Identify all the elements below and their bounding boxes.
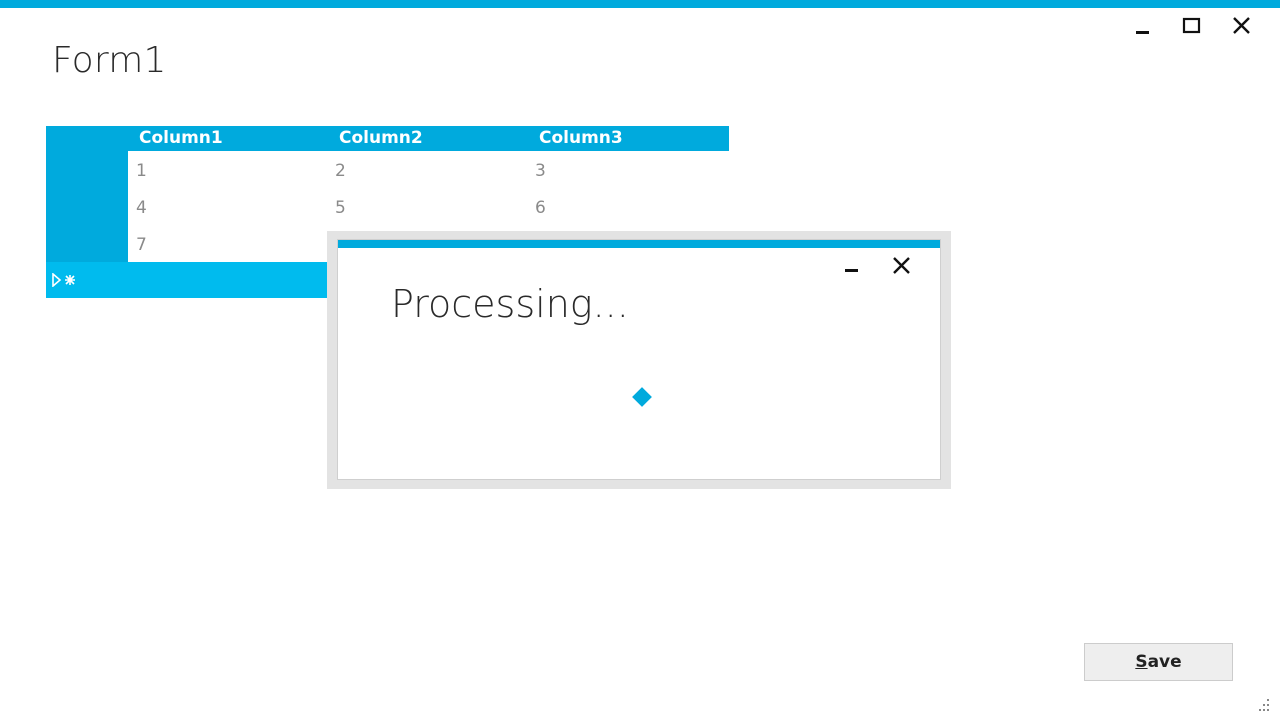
column-header-3[interactable]: Column3: [539, 128, 623, 148]
window-accent-bar: [0, 0, 1280, 8]
window-close-button[interactable]: [1232, 16, 1252, 36]
grid-cell-r2-c2[interactable]: 5: [335, 198, 346, 218]
grid-cell-r2-c1[interactable]: 4: [136, 198, 147, 218]
column-header-2[interactable]: Column2: [339, 128, 423, 148]
grid-cell-r2-c3[interactable]: 6: [535, 198, 546, 218]
minimize-icon: [845, 269, 858, 272]
grid-cell-r1-c1[interactable]: 1: [136, 161, 147, 181]
window-maximize-button[interactable]: [1182, 16, 1202, 36]
minimize-icon: [1136, 31, 1149, 34]
resize-grip-icon[interactable]: [1254, 698, 1272, 714]
maximize-icon: [1182, 17, 1201, 34]
dialog-accent-bar: [338, 240, 940, 248]
column-header-1[interactable]: Column1: [139, 128, 223, 148]
save-label: ave: [1147, 652, 1182, 672]
dialog-title: Processing...: [391, 282, 629, 326]
grid-cell-r1-c2[interactable]: 2: [335, 161, 346, 181]
close-icon: [893, 257, 910, 274]
save-mnemonic: S: [1135, 652, 1148, 672]
grid-row-headers[interactable]: [46, 151, 128, 262]
window-minimize-button[interactable]: [1134, 20, 1152, 38]
save-button[interactable]: Save: [1084, 643, 1233, 681]
spinner-diamond-icon: [632, 387, 652, 407]
processing-dialog: Processing...: [337, 239, 941, 480]
dialog-minimize-button[interactable]: [843, 258, 861, 276]
new-row-indicator-icon: [52, 273, 75, 287]
dialog-close-button[interactable]: [892, 256, 912, 276]
grid-cell-r3-c1[interactable]: 7: [136, 235, 147, 255]
form-title: Form1: [52, 40, 167, 81]
close-icon: [1233, 17, 1250, 34]
grid-cell-r1-c3[interactable]: 3: [535, 161, 546, 181]
